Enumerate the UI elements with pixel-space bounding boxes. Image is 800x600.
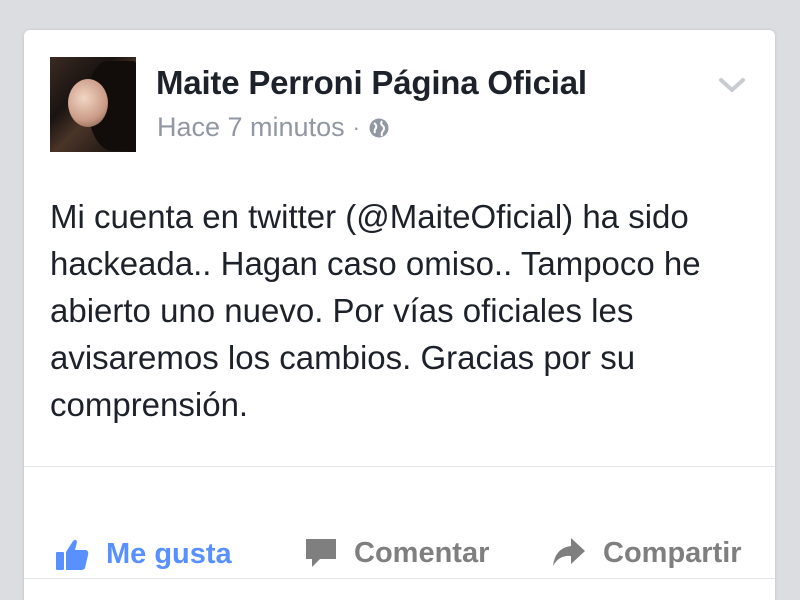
post-card: Maite Perroni Página Oficial Hace 7 minu… [24, 30, 775, 600]
meta-separator: · [352, 114, 360, 140]
actions-bottom-divider [24, 578, 775, 579]
post-timestamp[interactable]: Hace 7 minutos [157, 112, 345, 143]
share-label: Compartir [603, 536, 742, 569]
comment-button[interactable]: Comentar [304, 536, 489, 570]
actions-top-divider [24, 466, 775, 467]
post-actions-bar: Me gusta Comentar Compartir [24, 496, 775, 600]
thumbs-up-icon [56, 539, 89, 570]
share-button[interactable]: Compartir [551, 536, 742, 570]
avatar-face [68, 79, 108, 127]
share-arrow-icon [553, 538, 585, 566]
avatar[interactable] [50, 57, 136, 152]
post-author-name[interactable]: Maite Perroni Página Oficial [156, 64, 587, 102]
comment-bubble-icon [306, 539, 336, 567]
screen: Maite Perroni Página Oficial Hace 7 minu… [0, 0, 800, 600]
like-button[interactable]: Me gusta [54, 536, 232, 572]
comment-label: Comentar [354, 536, 490, 569]
post-body-text: Mi cuenta en twitter (@MaiteOficial) ha … [50, 198, 701, 423]
like-label: Me gusta [106, 537, 232, 570]
post-meta: Hace 7 minutos · [157, 112, 390, 143]
chevron-down-icon[interactable] [717, 74, 747, 96]
globe-icon [369, 118, 389, 137]
